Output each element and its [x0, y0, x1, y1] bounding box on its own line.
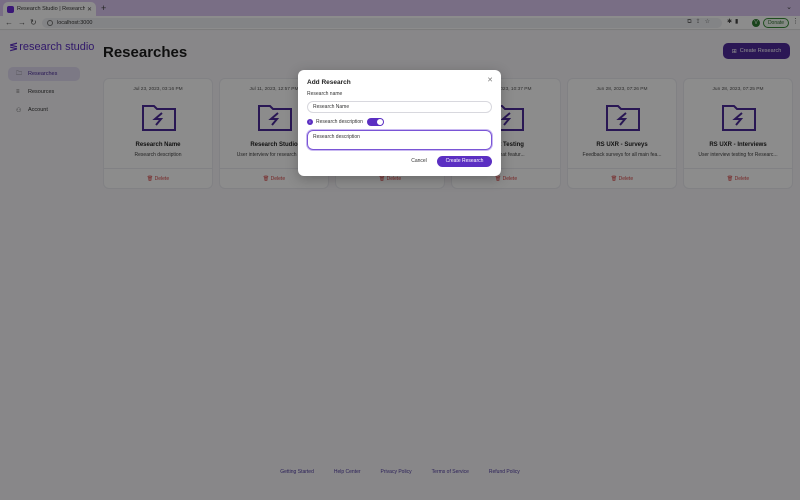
- toggle-knob: [376, 118, 383, 125]
- dialog-title: Add Research: [307, 79, 351, 86]
- research-description-textarea[interactable]: Research description: [307, 130, 492, 150]
- close-icon[interactable]: ✕: [487, 76, 493, 84]
- research-description-label: Research description: [316, 118, 363, 125]
- description-toggle-row: i Research description: [307, 117, 384, 126]
- research-name-label: Research name: [307, 91, 343, 97]
- info-icon: i: [307, 118, 313, 125]
- description-toggle[interactable]: [366, 117, 384, 126]
- create-research-submit-button[interactable]: Create Research: [437, 156, 492, 167]
- research-name-input[interactable]: Research Name: [307, 101, 492, 113]
- add-research-dialog: ✕ Add Research Research name Research Na…: [298, 70, 501, 176]
- cancel-button[interactable]: Cancel: [405, 156, 433, 167]
